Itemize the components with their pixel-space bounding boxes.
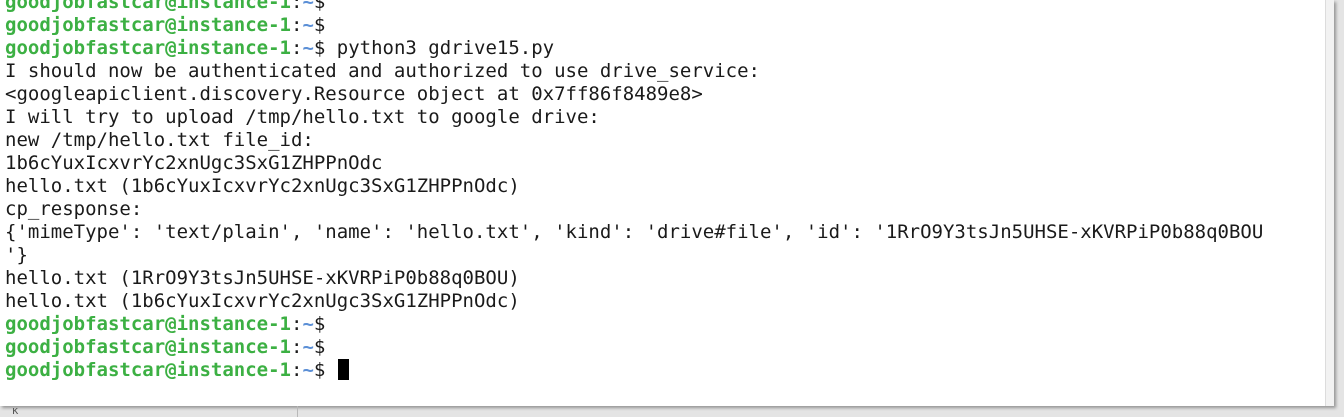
prompt-line: goodjobfastcar@instance-1:~$ — [5, 313, 1263, 336]
prompt-symbol: $ — [313, 336, 326, 358]
prompt-path: ~ — [302, 359, 314, 381]
output-line: hello.txt (1b6cYuxIcxvrYc2xnUgc3SxG1ZHPP… — [5, 290, 520, 312]
terminal-window[interactable]: goodjobfastcar@instance-1:~$ goodjobfastc… — [0, 0, 1334, 406]
prompt-separator: : — [290, 336, 303, 358]
prompt-line: goodjobfastcar@instance-1:~$ python3 gdr… — [5, 37, 1263, 60]
prompt-path: ~ — [302, 0, 314, 13]
output-line: <googleapiclient.discovery.Resource obje… — [5, 83, 703, 105]
prompt-symbol: $ — [313, 14, 326, 36]
prompt-symbol: $ — [313, 359, 326, 381]
terminal-output[interactable]: goodjobfastcar@instance-1:~$ goodjobfastc… — [5, 0, 1263, 382]
background-window-fragment: κ — [12, 404, 19, 417]
output-line: hello.txt (1b6cYuxIcxvrYc2xnUgc3SxG1ZHPP… — [5, 175, 520, 197]
background-divider — [297, 406, 298, 417]
prompt-separator: : — [290, 313, 303, 335]
prompt-user-host: goodjobfastcar@instance-1 — [5, 0, 291, 13]
prompt-path: ~ — [302, 14, 314, 36]
output-line: I should now be authenticated and author… — [5, 60, 760, 82]
command-text — [325, 359, 336, 381]
prompt-path: ~ — [302, 336, 314, 358]
prompt-path: ~ — [302, 313, 314, 335]
prompt-line: goodjobfastcar@instance-1:~$ — [5, 14, 1263, 37]
terminal-cursor — [337, 359, 349, 380]
prompt-symbol: $ — [313, 0, 326, 13]
prompt-user-host: goodjobfastcar@instance-1 — [5, 37, 291, 59]
output-line: cp_response: — [5, 198, 143, 220]
prompt-user-host: goodjobfastcar@instance-1 — [5, 313, 291, 335]
prompt-symbol: $ — [313, 37, 326, 59]
output-line: 1b6cYuxIcxvrYc2xnUgc3SxG1ZHPPnOdc — [5, 152, 383, 174]
output-line: '} — [5, 244, 28, 266]
prompt-path: ~ — [302, 37, 314, 59]
screen: goodjobfastcar@instance-1:~$ goodjobfastc… — [0, 0, 1344, 417]
terminal-scrollbar[interactable] — [1325, 0, 1334, 406]
prompt-separator: : — [290, 37, 303, 59]
prompt-line: goodjobfastcar@instance-1:~$ — [5, 359, 1263, 382]
output-line: {'mimeType': 'text/plain', 'name': 'hell… — [5, 221, 1264, 243]
prompt-separator: : — [290, 0, 303, 13]
prompt-user-host: goodjobfastcar@instance-1 — [5, 14, 291, 36]
output-line: hello.txt (1RrO9Y3tsJn5UHSE-xKVRPiP0b88q… — [5, 267, 520, 289]
output-line: new /tmp/hello.txt file_id: — [5, 129, 314, 151]
prompt-line: goodjobfastcar@instance-1:~$ — [5, 336, 1263, 359]
prompt-separator: : — [290, 359, 303, 381]
prompt-symbol: $ — [313, 313, 326, 335]
command-text: python3 gdrive15.py — [325, 37, 555, 59]
prompt-user-host: goodjobfastcar@instance-1 — [5, 359, 291, 381]
prompt-line: goodjobfastcar@instance-1:~$ — [5, 0, 1263, 14]
output-line: I will try to upload /tmp/hello.txt to g… — [5, 106, 600, 128]
prompt-user-host: goodjobfastcar@instance-1 — [5, 336, 291, 358]
prompt-separator: : — [290, 14, 303, 36]
